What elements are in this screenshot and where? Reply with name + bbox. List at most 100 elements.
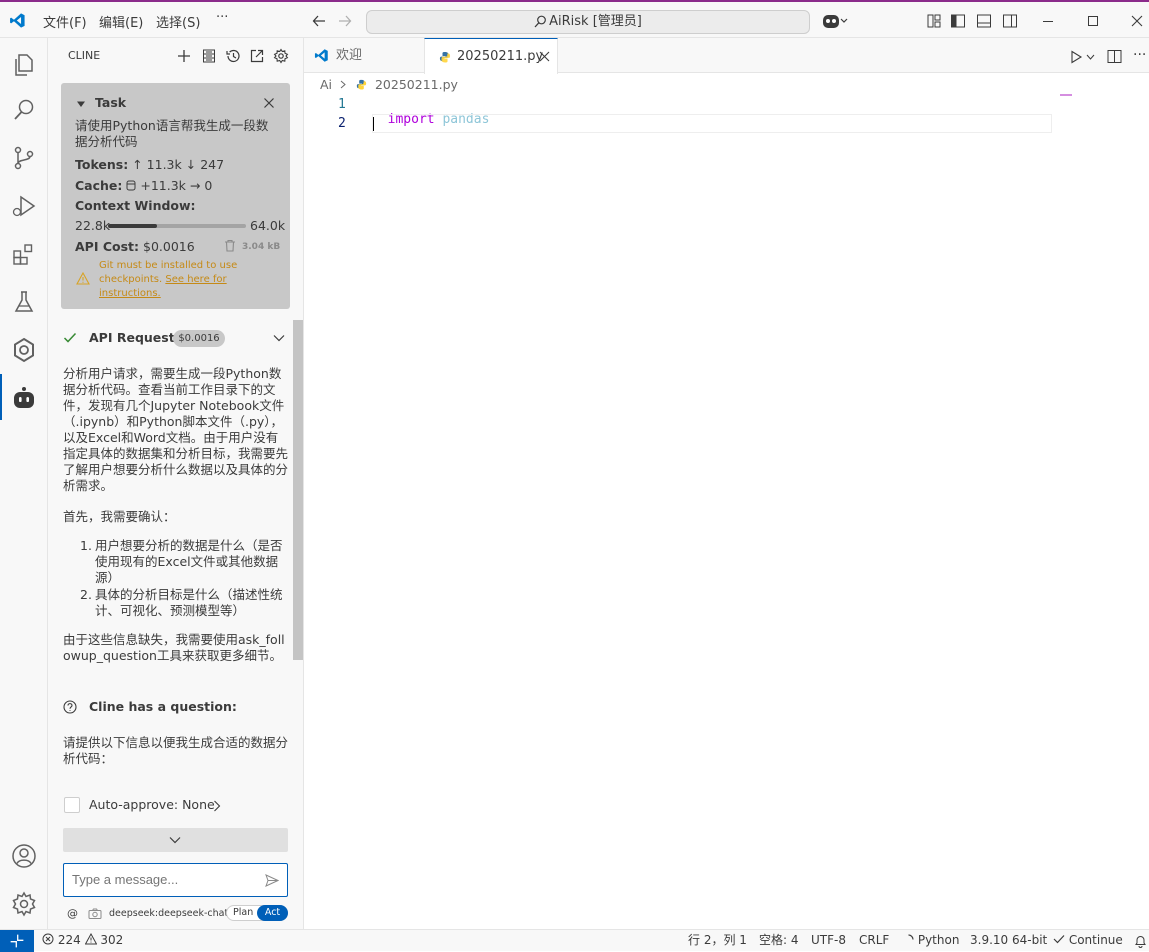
breadcrumb-file[interactable]: 20250211.py (375, 77, 458, 92)
check-icon (1053, 934, 1065, 944)
testing-icon[interactable] (10, 288, 38, 316)
python-interpreter[interactable]: 3.9.10 64-bit (970, 930, 1047, 951)
vscode-logo-icon (9, 12, 26, 29)
question-text: 请提供以下信息以便我生成合适的数据分析代码： (63, 735, 289, 766)
notifications-bell-icon[interactable] (1134, 934, 1147, 948)
status-bar: 224 302 行 2，列 1 空格: 4 UTF-8 CRLF Python … (0, 929, 1149, 952)
message-input[interactable] (72, 872, 252, 887)
mode-act[interactable]: Act (257, 905, 288, 921)
encoding[interactable]: UTF-8 (811, 930, 846, 951)
scroll-down-button[interactable] (63, 828, 288, 852)
question-label: Cline has a question: (89, 699, 237, 714)
send-icon[interactable] (265, 874, 279, 887)
mcp-servers-icon[interactable] (201, 48, 217, 64)
more-actions-icon[interactable]: ··· (1133, 47, 1146, 63)
tab-label: 欢迎 (336, 48, 363, 63)
tokens-down: ↓ 247 (185, 157, 225, 172)
menu-selection[interactable]: 选择(S) (156, 12, 200, 31)
search-icon[interactable] (10, 96, 38, 124)
tab-20250211-py[interactable]: 20250211.py (424, 38, 558, 74)
chevron-down-icon[interactable] (273, 334, 285, 342)
new-task-icon[interactable] (176, 48, 192, 64)
context-used: 22.8k (75, 218, 111, 233)
chevron-right-icon[interactable] (213, 800, 221, 812)
question-icon (63, 700, 77, 714)
loading-icon (903, 934, 914, 945)
database-icon (126, 180, 136, 191)
api-cost-badge: $0.0016 (173, 330, 225, 347)
source-control-icon[interactable] (10, 144, 38, 172)
settings-gear-icon[interactable] (273, 48, 289, 64)
language-label: Python (917, 933, 960, 947)
popout-icon[interactable] (249, 48, 265, 64)
chevron-down-icon[interactable] (76, 99, 86, 109)
command-center[interactable]: AiRisk [管理员] (366, 10, 810, 34)
toggle-sidebar-icon[interactable] (950, 13, 966, 29)
tab-welcome[interactable]: 欢迎 (314, 38, 424, 73)
list-number: 2. (80, 587, 92, 602)
menu-file[interactable]: 文件(F) (43, 12, 87, 31)
scrollbar[interactable] (293, 320, 303, 660)
trash-icon[interactable] (224, 239, 236, 252)
chevron-down-icon[interactable] (1086, 54, 1095, 60)
list-number: 1. (80, 538, 92, 553)
cursor-position[interactable]: 行 2，列 1 (688, 930, 747, 951)
settings-gear-icon[interactable] (10, 890, 38, 918)
model-selector[interactable]: deepseek:deepseek-chat (109, 908, 228, 919)
message-input-box[interactable] (63, 863, 288, 897)
title-bar: 文件(F) 编辑(E) 选择(S) ··· AiRisk [管理员] (0, 0, 1149, 38)
forward-arrow-icon[interactable] (338, 14, 352, 28)
maximize-icon[interactable] (1085, 13, 1101, 29)
problems-indicator[interactable]: 224 302 (42, 930, 123, 951)
minimize-icon[interactable] (1040, 13, 1056, 29)
check-icon (63, 332, 77, 344)
mode-plan[interactable]: Plan (233, 907, 253, 918)
warning-icon (76, 272, 90, 285)
run-debug-icon[interactable] (10, 192, 38, 220)
toggle-panel-icon[interactable] (976, 13, 992, 29)
api-request-label: API Request (89, 330, 175, 345)
indentation[interactable]: 空格: 4 (759, 930, 799, 951)
continue-label: Continue (1068, 933, 1123, 947)
remote-indicator[interactable] (0, 930, 34, 952)
auto-approve-checkbox[interactable] (64, 797, 80, 813)
list-item-text: 具体的分析目标是什么（描述性统计、可视化、预测模型等） (95, 587, 283, 618)
current-line-highlight (372, 114, 1052, 133)
close-task-icon[interactable] (263, 97, 275, 109)
mention-button[interactable]: @ (67, 907, 78, 920)
cache-value: +11.3k → 0 (140, 178, 213, 193)
explorer-icon[interactable] (10, 50, 38, 78)
mode-toggle[interactable]: Plan Act (226, 905, 288, 921)
breadcrumb-folder[interactable]: Ai (320, 77, 332, 92)
list-item-text: 用户想要分析的数据是什么（是否使用现有的Excel文件或其他数据源） (95, 538, 283, 585)
message-paragraph-3: 由于这些信息缺失，我需要使用ask_followup_question工具来获取… (63, 632, 285, 663)
close-tab-icon[interactable] (539, 51, 550, 62)
copilot-icon[interactable] (822, 12, 848, 30)
error-count: 224 (57, 933, 81, 947)
customize-layout-icon[interactable] (926, 13, 942, 29)
account-icon[interactable] (10, 842, 38, 870)
cache-row: Cache: +11.3k → 0 (75, 178, 212, 193)
language-mode[interactable]: Python (903, 930, 959, 951)
openai-icon[interactable] (10, 336, 38, 364)
line-ending[interactable]: CRLF (859, 930, 889, 951)
close-icon[interactable] (1129, 13, 1145, 29)
extensions-icon[interactable] (10, 240, 38, 268)
line-number: 2 (338, 116, 346, 131)
minimap[interactable] (1060, 94, 1072, 96)
task-size: 3.04 kB (242, 242, 281, 252)
back-arrow-icon[interactable] (312, 14, 326, 28)
command-center-label: AiRisk [管理员] (549, 14, 642, 29)
continue-status[interactable]: Continue (1053, 930, 1123, 951)
split-editor-icon[interactable] (1107, 49, 1122, 64)
tokens-label: Tokens: (75, 157, 129, 172)
run-icon[interactable] (1069, 50, 1083, 64)
error-icon (42, 933, 54, 945)
menu-edit[interactable]: 编辑(E) (99, 12, 143, 31)
toggle-secondary-sidebar-icon[interactable] (1002, 13, 1018, 29)
auto-approve-label[interactable]: Auto-approve: None (89, 797, 215, 812)
cline-icon[interactable] (10, 384, 38, 412)
menu-more[interactable]: ··· (216, 10, 228, 25)
camera-icon[interactable] (88, 908, 102, 919)
history-icon[interactable] (225, 48, 241, 64)
